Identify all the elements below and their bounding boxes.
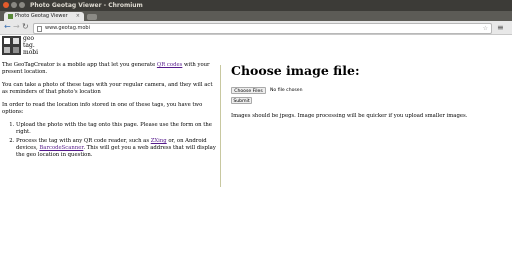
logo-square-1: [4, 38, 10, 44]
intro-paragraph-3: In order to read the location info store…: [2, 102, 203, 115]
new-tab-button[interactable]: [87, 14, 97, 20]
upload-form: Choose image file: Choose Files No file …: [231, 63, 501, 119]
column-divider: [220, 65, 221, 187]
upload-heading: Choose image file:: [231, 63, 360, 78]
browser-menu-icon[interactable]: ≡: [497, 24, 504, 32]
logo-line-3: mobi: [23, 49, 39, 56]
qr-codes-link[interactable]: QR codes: [157, 62, 182, 68]
tab-strip: Photo Geotag Viewer ×: [0, 11, 512, 21]
browser-toolbar: ← → ↻ www.geotag.mobi ☆ ≡: [0, 21, 512, 35]
intro-text: The GeoTagCreator is a mobile app that l…: [2, 62, 157, 68]
zxing-link[interactable]: ZXing: [151, 138, 167, 144]
option-upload: Upload the photo with the tag onto this …: [16, 122, 216, 136]
page-content: geo tag. mobi The GeoTagCreator is a mob…: [0, 35, 512, 270]
upload-note: Images should be jpegs. Image processing…: [231, 113, 468, 119]
choose-files-button[interactable]: Choose Files: [231, 87, 266, 94]
barcodescanner-link[interactable]: BarcodeScanner: [39, 145, 83, 151]
options-list: Upload the photo with the tag onto this …: [2, 122, 216, 159]
option-text: Process the tag with any QR code reader,…: [16, 138, 151, 144]
logo-square-2: [13, 38, 19, 44]
tab-photo-geotag-viewer[interactable]: Photo Geotag Viewer ×: [4, 12, 84, 21]
logo-square-4: [13, 47, 19, 53]
reload-icon[interactable]: ↻: [22, 23, 29, 31]
submit-button[interactable]: Submit: [231, 97, 252, 104]
window-maximize-icon[interactable]: [19, 2, 25, 8]
no-file-status: No file chosen: [270, 88, 303, 93]
favicon-icon: [8, 14, 13, 19]
address-url[interactable]: www.geotag.mobi: [45, 26, 90, 31]
window-minimize-icon[interactable]: [11, 2, 17, 8]
bookmark-star-icon[interactable]: ☆: [483, 25, 488, 32]
intro-paragraph-1: The GeoTagCreator is a mobile app that l…: [2, 62, 216, 76]
tab-close-icon[interactable]: ×: [76, 14, 80, 19]
back-arrow-icon[interactable]: ←: [4, 23, 11, 31]
option-qr-reader: Process the tag with any QR code reader,…: [16, 138, 216, 159]
intro-column: The GeoTagCreator is a mobile app that l…: [2, 62, 216, 161]
intro-paragraph-2: You can take a photo of these tags with …: [2, 82, 213, 95]
page-icon: [37, 26, 42, 32]
window-title: Photo Geotag Viewer - Chromium: [30, 2, 143, 9]
tab-title: Photo Geotag Viewer: [15, 13, 68, 19]
geotag-logo-icon: [2, 36, 21, 55]
logo-line-2: tag.: [23, 42, 35, 49]
address-bar[interactable]: www.geotag.mobi ☆: [33, 23, 492, 34]
window-titlebar: Photo Geotag Viewer - Chromium: [0, 0, 512, 11]
forward-arrow-icon[interactable]: →: [13, 23, 20, 31]
window-close-icon[interactable]: [3, 2, 9, 8]
logo-line-1: geo: [23, 35, 35, 42]
logo-text: geo tag. mobi: [23, 35, 38, 56]
file-input[interactable]: Choose Files No file chosen: [231, 87, 431, 95]
logo-square-3: [4, 47, 10, 53]
